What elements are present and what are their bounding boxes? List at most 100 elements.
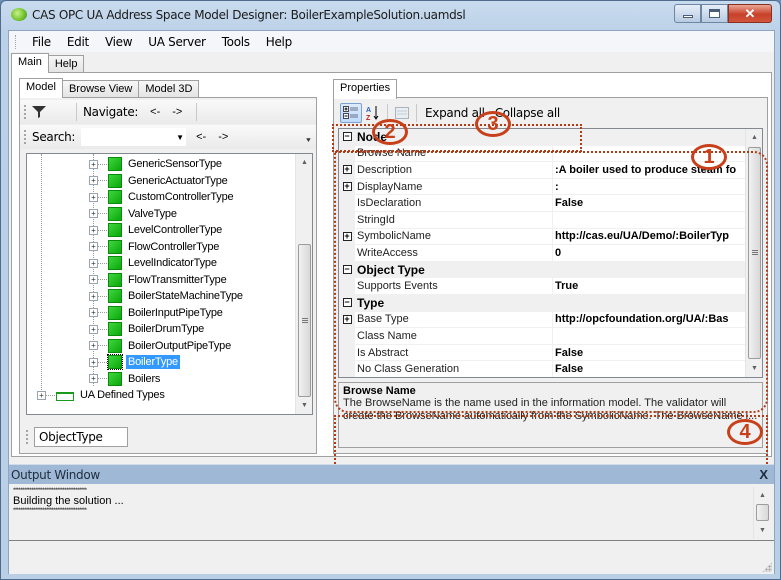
title-bar[interactable]: CAS OPC UA Address Space Model Designer:… <box>1 1 780 29</box>
tree-item[interactable]: + BoilerType <box>89 354 180 370</box>
property-category[interactable]: − Type <box>339 295 747 312</box>
output-close-button[interactable]: X <box>759 467 768 482</box>
property-value[interactable] <box>553 328 747 344</box>
expand-icon[interactable]: + <box>89 275 98 284</box>
tab-main[interactable]: Main <box>11 53 49 73</box>
tree-item[interactable]: + GenericSensorType <box>89 156 224 172</box>
tree-item[interactable]: + BoilerStateMachineType <box>89 288 245 304</box>
maximize-button[interactable] <box>701 4 728 23</box>
property-value[interactable]: False <box>553 345 747 361</box>
tree-item[interactable]: + CustomControllerType <box>89 189 235 205</box>
expand-icon[interactable]: + <box>89 159 98 169</box>
search-back-button[interactable]: <- <box>196 131 206 143</box>
scroll-thumb[interactable] <box>298 244 311 397</box>
tree-item[interactable]: + BoilerInputPipeType <box>89 305 225 321</box>
expand-icon[interactable]: + <box>89 258 98 268</box>
navigate-back-button[interactable]: <- <box>150 106 160 118</box>
tab-properties[interactable]: Properties <box>333 79 398 99</box>
expand-icon[interactable]: + <box>89 341 98 350</box>
tab-model[interactable]: Model <box>19 78 63 98</box>
output-scrollbar[interactable]: ▲ ▼ <box>753 487 770 539</box>
toolbar-overflow-icon[interactable]: ⯆ <box>304 135 313 146</box>
property-row[interactable]: + SymbolicName http://cas.eu/UA/Demo/:Boil… <box>339 228 747 246</box>
expand-icon[interactable]: + <box>89 357 98 367</box>
collapse-icon[interactable]: − <box>342 298 352 308</box>
expand-icon[interactable]: + <box>89 225 98 235</box>
property-row[interactable]: Browse Name <box>339 145 747 163</box>
scroll-thumb[interactable] <box>756 504 769 521</box>
scroll-up-icon[interactable]: ▲ <box>296 154 312 171</box>
expand-icon[interactable]: + <box>342 314 352 324</box>
property-row[interactable]: Supports Events True <box>339 278 747 295</box>
categorized-button[interactable] <box>340 103 362 123</box>
scroll-down-icon[interactable]: ▼ <box>746 360 762 377</box>
property-value[interactable]: : <box>553 179 747 195</box>
menu-help[interactable]: Help <box>258 35 300 49</box>
property-value[interactable]: http://cas.eu/UA/Demo/:BoilerTyp <box>553 229 747 245</box>
tree-item[interactable]: + BoilerOutputPipeType <box>89 338 233 354</box>
tree-item[interactable]: + GenericActuatorType <box>89 173 230 189</box>
expand-icon[interactable]: + <box>89 242 98 251</box>
expand-icon[interactable]: + <box>89 291 98 301</box>
property-row[interactable]: Class Name <box>339 328 747 345</box>
expand-icon[interactable]: + <box>342 231 352 241</box>
scroll-thumb[interactable] <box>748 147 761 359</box>
tree-item[interactable]: + FlowTransmitterType <box>89 272 228 288</box>
expand-icon[interactable]: + <box>89 308 98 317</box>
toolbar-grip[interactable] <box>24 105 26 119</box>
menu-file[interactable]: File <box>24 35 59 49</box>
filter-icon[interactable] <box>32 106 46 118</box>
property-category[interactable]: − Object Type <box>339 261 747 279</box>
property-value[interactable]: False <box>553 195 747 211</box>
property-value[interactable]: http://opcfoundation.org/UA/:Bas <box>553 312 747 328</box>
property-value[interactable]: 0 <box>553 245 747 261</box>
close-button[interactable]: ✕ <box>728 4 772 23</box>
toolbar-grip[interactable] <box>24 130 26 144</box>
menu-edit[interactable]: Edit <box>59 35 97 49</box>
property-row[interactable]: Is Abstract False <box>339 344 747 362</box>
tree-item[interactable]: + BoilerDrumType <box>89 321 206 337</box>
property-row[interactable]: + Base Type http://opcfoundation.org/UA/:B… <box>339 311 747 329</box>
property-row[interactable]: IsDeclaration False <box>339 195 747 212</box>
collapse-icon[interactable]: − <box>342 132 352 142</box>
tab-help[interactable]: Help <box>47 55 85 73</box>
expand-icon[interactable]: + <box>89 176 98 185</box>
output-log[interactable]: ****************************************… <box>9 485 774 541</box>
menu-tools[interactable]: Tools <box>214 35 258 49</box>
toolbar-grip[interactable] <box>26 430 28 444</box>
menu-view[interactable]: View <box>97 35 140 49</box>
scroll-down-icon[interactable]: ▼ <box>296 397 312 414</box>
search-input[interactable] <box>81 128 187 146</box>
expand-icon[interactable]: + <box>89 374 98 383</box>
property-value[interactable]: False <box>553 361 747 377</box>
resize-grip-icon[interactable] <box>762 562 772 572</box>
property-row[interactable]: No Class Generation False <box>339 361 747 377</box>
expand-icon[interactable]: + <box>37 390 46 400</box>
property-row[interactable]: StringId <box>339 212 747 229</box>
minimize-button[interactable] <box>674 4 701 23</box>
property-row[interactable]: + DisplayName: <box>339 178 747 196</box>
search-dropdown-icon[interactable]: ▼ <box>176 133 184 142</box>
tree-item[interactable]: + LevelIndicatorType <box>89 255 219 271</box>
expand-icon[interactable]: + <box>342 182 352 192</box>
tree-item[interactable]: + UA Defined Types <box>37 387 167 403</box>
expand-icon[interactable]: + <box>342 165 352 175</box>
tab-model-3d[interactable]: Model 3D <box>138 80 200 98</box>
tree-scrollbar[interactable]: ▲ ▼ <box>295 154 312 414</box>
tab-browse-view[interactable]: Browse View <box>61 80 140 98</box>
tree-item[interactable]: + ValveType <box>89 206 179 222</box>
tree-item[interactable]: + Boilers <box>89 371 162 387</box>
navigate-forward-button[interactable]: -> <box>172 106 182 118</box>
property-row[interactable]: + Description:A boiler used to produce st… <box>339 162 747 179</box>
property-grid-scrollbar[interactable]: ▲ ▼ <box>745 129 762 377</box>
menu-ua-server[interactable]: UA Server <box>140 35 213 49</box>
tree-item[interactable]: + FlowControllerType <box>89 239 221 255</box>
property-value[interactable] <box>553 212 747 228</box>
property-value[interactable]: True <box>553 278 747 294</box>
scroll-up-icon[interactable]: ▲ <box>754 487 771 504</box>
tree-item[interactable]: + LevelControllerType <box>89 222 224 238</box>
scroll-down-icon[interactable]: ▼ <box>754 522 771 539</box>
collapse-icon[interactable]: − <box>342 265 352 275</box>
expand-icon[interactable]: + <box>89 192 98 202</box>
menu-grip[interactable] <box>15 34 18 49</box>
